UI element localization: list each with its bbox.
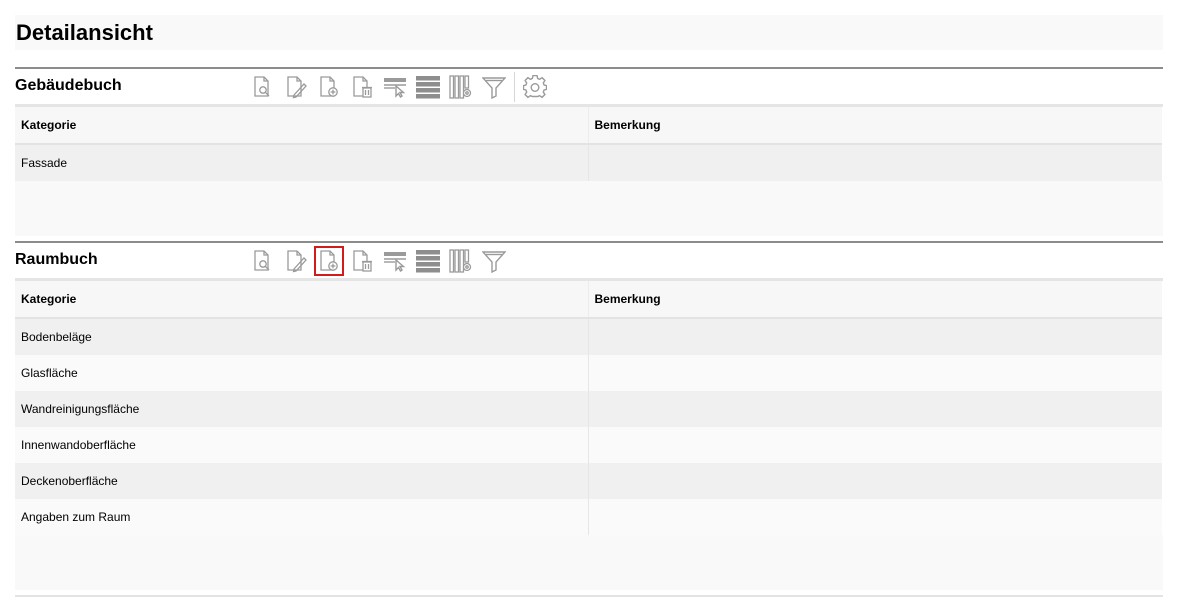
document-add-icon [320,76,338,97]
column-settings-icon [449,249,472,273]
table-header-row: Kategorie Bemerkung [15,281,1162,319]
rows-button[interactable] [413,246,443,276]
filter-button[interactable] [479,72,509,102]
filter-icon [482,251,506,273]
column-settings-button[interactable] [446,72,476,102]
bottom-divider [15,595,1163,597]
gebaeudebuch-section: Gebäudebuch Kategorie Bemerkung Fassade [15,67,1163,237]
gebaeudebuch-toolbar [248,71,553,103]
rows-icon [416,76,440,99]
table-row[interactable]: Wandreinigungsfläche [15,391,1162,427]
bemerkung-cell[interactable] [587,318,1162,355]
edit-record-button[interactable] [281,72,311,102]
document-add-icon [320,250,338,271]
document-edit-icon [287,250,307,273]
raumbuch-toolbar [248,245,512,277]
select-row-button[interactable] [380,246,410,276]
raumbuch-section: Raumbuch Kategorie Bemerkung Bodenbeläge… [15,241,1163,591]
bemerkung-cell[interactable] [587,463,1162,499]
column-header-bemerkung[interactable]: Bemerkung [587,107,1162,145]
column-settings-button[interactable] [446,246,476,276]
column-header-bemerkung[interactable]: Bemerkung [587,281,1162,319]
column-settings-icon [449,75,472,99]
page-title: Detailansicht [16,20,153,45]
section-divider [15,67,1163,69]
section-title: Gebäudebuch [15,77,122,94]
table-row[interactable]: Bodenbeläge [15,318,1162,355]
bemerkung-cell[interactable] [587,427,1162,463]
gear-icon [523,75,547,99]
table-row[interactable]: Angaben zum Raum [15,499,1162,535]
add-record-button[interactable] [314,72,344,102]
document-search-icon [254,250,270,271]
section-divider [15,241,1163,243]
filter-button[interactable] [479,246,509,276]
table-row[interactable]: Innenwandoberfläche [15,427,1162,463]
kategorie-cell[interactable]: Glasfläche [15,355,588,391]
edit-record-button[interactable] [281,246,311,276]
document-delete-icon [353,76,372,98]
table-header-row: Kategorie Bemerkung [15,107,1162,145]
kategorie-cell[interactable]: Bodenbeläge [15,318,588,355]
table-empty-area [15,535,1163,590]
bemerkung-cell[interactable] [587,499,1162,535]
bemerkung-cell[interactable] [587,144,1162,181]
section-title: Raumbuch [15,251,98,268]
view-record-button[interactable] [248,246,278,276]
rows-icon [416,250,440,273]
table-empty-area [15,181,1163,236]
select-row-button[interactable] [380,72,410,102]
raumbuch-table: Kategorie Bemerkung Bodenbeläge Glasfläc… [15,281,1162,535]
filter-icon [482,77,506,99]
add-record-button[interactable] [314,246,344,276]
gebaeudebuch-table: Kategorie Bemerkung Fassade [15,107,1162,181]
document-delete-icon [353,250,372,272]
row-select-icon [384,252,406,272]
column-header-kategorie[interactable]: Kategorie [15,107,588,145]
page-header: Detailansicht [15,15,1163,50]
kategorie-cell[interactable]: Deckenoberfläche [15,463,588,499]
toolbar-separator [514,72,515,102]
table-row[interactable]: Fassade [15,144,1162,181]
rows-button[interactable] [413,72,443,102]
table-row[interactable]: Deckenoberfläche [15,463,1162,499]
document-edit-icon [287,76,307,99]
kategorie-cell[interactable]: Fassade [15,144,588,181]
bemerkung-cell[interactable] [587,391,1162,427]
kategorie-cell[interactable]: Wandreinigungsfläche [15,391,588,427]
table-row[interactable]: Glasfläche [15,355,1162,391]
view-record-button[interactable] [248,72,278,102]
delete-record-button[interactable] [347,246,377,276]
delete-record-button[interactable] [347,72,377,102]
kategorie-cell[interactable]: Angaben zum Raum [15,499,588,535]
bemerkung-cell[interactable] [587,355,1162,391]
row-select-icon [384,78,406,98]
kategorie-cell[interactable]: Innenwandoberfläche [15,427,588,463]
column-header-kategorie[interactable]: Kategorie [15,281,588,319]
settings-button[interactable] [520,72,550,102]
document-search-icon [254,76,270,97]
